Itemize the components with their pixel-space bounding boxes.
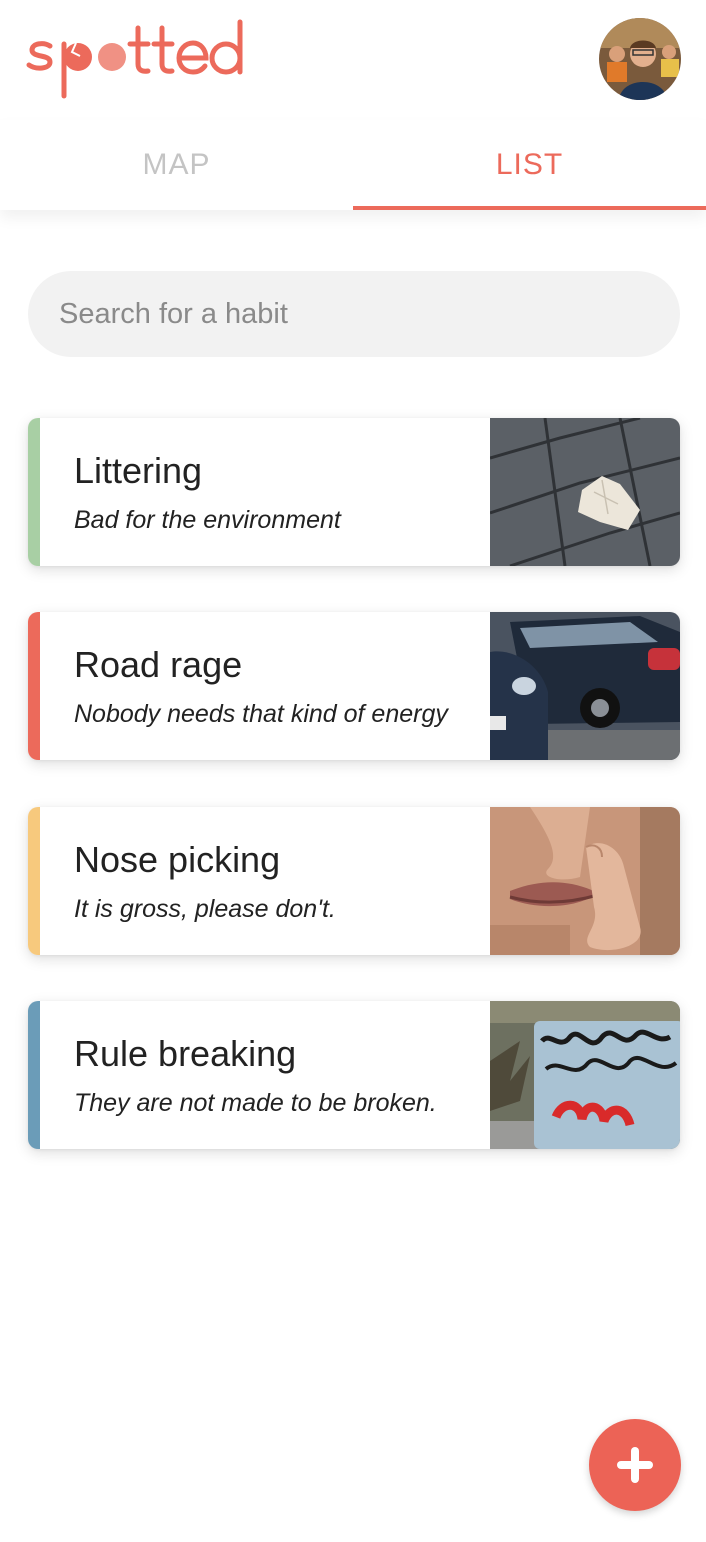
habit-color-stripe xyxy=(28,418,40,566)
spotted-logo: spotted xyxy=(26,19,243,99)
habit-thumbnail xyxy=(490,807,680,955)
plus-icon xyxy=(617,1447,653,1483)
habit-card-rule-breaking[interactable]: Rule breaking They are not made to be br… xyxy=(28,1001,680,1149)
app-header: spotted xyxy=(0,0,706,120)
habit-title: Rule breaking xyxy=(74,1033,297,1074)
habit-description: They are not made to be broken. xyxy=(74,1089,437,1117)
habit-title: Nose picking xyxy=(74,839,281,880)
habit-color-stripe xyxy=(28,807,40,955)
avatar-photo xyxy=(599,18,681,100)
app-screen: spotted xyxy=(0,0,706,1542)
tab-map[interactable]: MAP xyxy=(0,120,353,210)
habit-thumbnail xyxy=(490,418,680,566)
habit-thumbnail xyxy=(490,612,680,760)
habit-card-littering[interactable]: Littering Bad for the environment xyxy=(28,418,680,566)
user-avatar[interactable] xyxy=(599,18,681,100)
habit-card-road-rage[interactable]: Road rage Nobody needs that kind of ener… xyxy=(28,612,680,760)
habit-card-nose-picking[interactable]: Nose picking It is gross, please don't. xyxy=(28,807,680,955)
habit-color-stripe xyxy=(28,1001,40,1149)
habit-title: Road rage xyxy=(74,644,243,685)
habit-description: Bad for the environment xyxy=(74,506,341,534)
add-habit-button[interactable] xyxy=(589,1419,681,1511)
habit-thumbnail xyxy=(490,1001,680,1149)
tab-list[interactable]: LIST xyxy=(353,120,706,210)
habit-title: Littering xyxy=(74,450,203,491)
habit-description: Nobody needs that kind of energy xyxy=(74,700,448,728)
habit-color-stripe xyxy=(28,612,40,760)
search-input[interactable] xyxy=(28,271,680,357)
view-tabs: MAP LIST xyxy=(0,120,706,210)
habit-description: It is gross, please don't. xyxy=(74,895,336,923)
